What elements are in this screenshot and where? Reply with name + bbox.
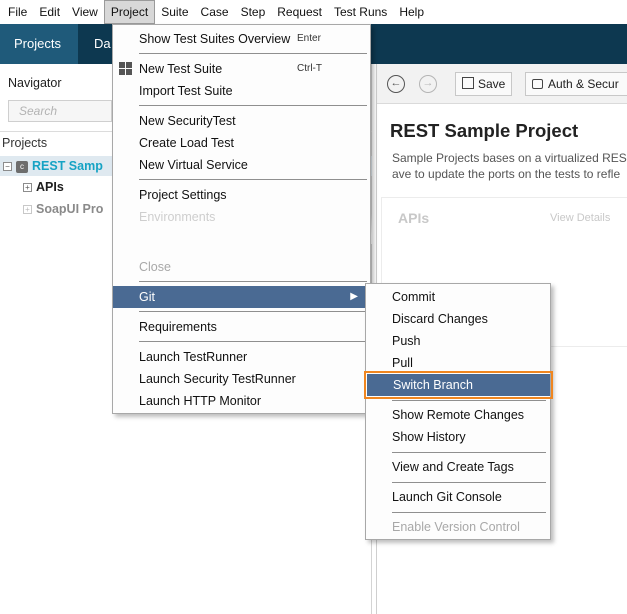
forward-arrow-icon[interactable]: → xyxy=(419,75,437,93)
menu-bar: File Edit View Project Suite Case Step R… xyxy=(0,0,627,24)
tree-item-apis[interactable]: + APIs xyxy=(0,177,64,197)
menu-help[interactable]: Help xyxy=(393,0,430,24)
project-menu: Show Test Suites Overview Enter New Test… xyxy=(112,24,371,414)
git-item-enable-version-control: Enable Version Control xyxy=(392,520,520,534)
menu-separator xyxy=(139,105,367,106)
menu-item-label: Show Test Suites Overview xyxy=(139,32,291,46)
menu-separator xyxy=(139,341,367,342)
menu-separator xyxy=(392,512,546,513)
menu-item-create-load-test[interactable]: Create Load Test xyxy=(113,132,370,154)
git-item-commit[interactable]: Commit xyxy=(366,286,550,308)
description-line: Sample Projects bases on a virtualized R… xyxy=(392,151,627,165)
git-item-show-remote-changes[interactable]: Show Remote Changes xyxy=(366,404,550,426)
menu-separator xyxy=(392,482,546,483)
menu-item-launch-security-testrunner[interactable]: Launch Security TestRunner xyxy=(113,368,370,390)
navigator-title: Navigator xyxy=(8,76,62,90)
git-item-show-history[interactable]: Show History xyxy=(366,426,550,448)
menu-test-runs[interactable]: Test Runs xyxy=(328,0,393,24)
project-icon: c xyxy=(16,160,28,173)
menu-item-shortcut: Enter xyxy=(297,33,321,44)
view-details-link[interactable]: View Details xyxy=(550,212,610,224)
menu-item-show-test-suites-overview[interactable]: Show Test Suites Overview Enter xyxy=(113,28,370,50)
menu-item-git[interactable]: Git ▶ xyxy=(113,286,370,308)
tree-item-label: APIs xyxy=(36,180,64,194)
menu-request[interactable]: Request xyxy=(271,0,328,24)
menu-separator xyxy=(139,311,367,312)
menu-item-requirements[interactable]: Requirements xyxy=(113,316,370,338)
menu-item-new-security-test[interactable]: New SecurityTest xyxy=(113,110,370,132)
project-title: REST Sample Project xyxy=(390,120,579,141)
menu-item-environments: Environments xyxy=(139,210,216,224)
menu-separator xyxy=(392,400,546,401)
auth-label: Auth & Secur xyxy=(548,77,619,91)
menu-item-new-test-suite[interactable]: New Test Suite Ctrl-T xyxy=(113,58,370,80)
menu-case[interactable]: Case xyxy=(195,0,235,24)
expand-icon[interactable]: + xyxy=(23,183,32,193)
menu-suite[interactable]: Suite xyxy=(155,0,194,24)
menu-item-label: New Test Suite xyxy=(139,62,223,76)
git-item-discard-changes[interactable]: Discard Changes xyxy=(366,308,550,330)
menu-item-new-virtual-service[interactable]: New Virtual Service xyxy=(113,154,370,176)
menu-item-shortcut: Ctrl-T xyxy=(297,63,322,74)
submenu-arrow-icon: ▶ xyxy=(350,291,358,302)
menu-separator xyxy=(139,281,367,282)
menu-item-close: Close xyxy=(139,260,171,274)
menu-item-import-test-suite[interactable]: Import Test Suite xyxy=(113,80,370,102)
menu-view[interactable]: View xyxy=(66,0,104,24)
tab-projects[interactable]: Projects xyxy=(0,24,78,64)
save-icon xyxy=(462,77,474,89)
menu-separator xyxy=(392,452,546,453)
menu-item-label: Git xyxy=(139,290,155,304)
lock-icon xyxy=(532,79,543,89)
navigator-search-input[interactable]: Search xyxy=(8,100,112,122)
editor-toolbar: ← → Save Auth & Secur xyxy=(377,64,627,104)
save-button[interactable]: Save xyxy=(455,72,513,96)
menu-edit[interactable]: Edit xyxy=(33,0,66,24)
git-item-view-create-tags[interactable]: View and Create Tags xyxy=(366,456,550,478)
auth-security-button[interactable]: Auth & Secur xyxy=(525,72,627,96)
collapse-icon[interactable]: − xyxy=(3,162,12,172)
menu-step[interactable]: Step xyxy=(235,0,272,24)
menu-file[interactable]: File xyxy=(2,0,33,24)
back-arrow-icon[interactable]: ← xyxy=(387,75,405,93)
grid-icon xyxy=(119,62,133,76)
menu-item-launch-testrunner[interactable]: Launch TestRunner xyxy=(113,346,370,368)
save-label: Save xyxy=(478,77,506,91)
menu-project[interactable]: Project xyxy=(103,0,156,24)
expand-icon[interactable]: + xyxy=(23,205,32,215)
git-item-pull[interactable]: Pull xyxy=(366,352,550,374)
git-submenu: Commit Discard Changes Push Pull Switch … xyxy=(364,283,553,540)
git-item-push[interactable]: Push xyxy=(366,330,550,352)
apis-card-title: APIs xyxy=(398,210,430,226)
menu-separator xyxy=(139,53,367,54)
git-item-switch-branch[interactable]: Switch Branch xyxy=(364,371,553,399)
menu-item-launch-http-monitor[interactable]: Launch HTTP Monitor xyxy=(113,390,370,412)
project-description: Sample Projects bases on a virtualized R… xyxy=(392,150,627,182)
menu-separator xyxy=(139,179,367,180)
description-line: ave to update the ports on the tests to … xyxy=(392,167,621,181)
git-item-launch-git-console[interactable]: Launch Git Console xyxy=(366,486,550,508)
menu-item-project-settings[interactable]: Project Settings xyxy=(113,184,370,206)
tree-item-label: REST Samp xyxy=(32,159,103,173)
